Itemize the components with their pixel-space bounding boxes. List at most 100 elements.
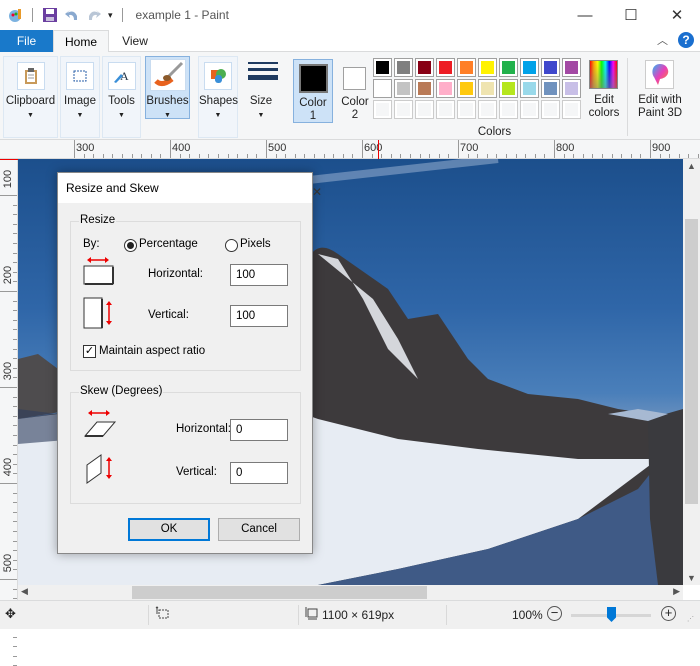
skew-vertical-input[interactable] <box>230 462 288 484</box>
dropdown-arrow-icon[interactable]: ▾ <box>108 10 113 21</box>
brushes-button[interactable]: Brushes ▼ <box>145 56 190 119</box>
scroll-up-icon[interactable]: ▲ <box>687 161 696 171</box>
ruler-label: 200 <box>2 265 14 285</box>
palette-empty-swatch[interactable] <box>499 100 518 119</box>
palette-color-swatch[interactable] <box>541 79 560 98</box>
save-icon[interactable] <box>42 7 58 23</box>
resize-legend: Resize <box>79 214 117 226</box>
scroll-down-icon[interactable]: ▼ <box>687 573 696 583</box>
palette-color-swatch[interactable] <box>415 58 434 77</box>
vertical-scroll-thumb[interactable] <box>685 219 698 504</box>
palette-color-swatch[interactable] <box>541 58 560 77</box>
palette-color-swatch[interactable] <box>478 58 497 77</box>
ruler-minor-tick <box>13 492 17 494</box>
scroll-left-icon[interactable]: ◀ <box>21 586 28 597</box>
size-button[interactable]: Size ▼ <box>242 56 280 138</box>
palette-color-swatch[interactable] <box>499 58 518 77</box>
maintain-aspect-ratio-label[interactable]: Maintain aspect ratio <box>99 345 205 357</box>
ruler-minor-tick <box>160 154 162 158</box>
color1-button[interactable]: Color 1 <box>293 59 333 123</box>
vertical-label: Vertical: <box>148 309 189 321</box>
ruler-minor-tick <box>323 154 325 158</box>
swatch-fill <box>397 103 410 116</box>
percentage-radio[interactable] <box>124 239 137 252</box>
palette-color-swatch[interactable] <box>457 79 476 98</box>
cancel-button[interactable]: Cancel <box>218 518 300 541</box>
pixels-radio[interactable] <box>225 239 238 252</box>
palette-empty-swatch[interactable] <box>520 100 539 119</box>
ruler-minor-tick <box>112 154 114 158</box>
horizontal-scrollbar[interactable]: ◀ ▶ <box>18 585 683 600</box>
palette-color-swatch[interactable] <box>394 58 413 77</box>
clipboard-button[interactable]: Clipboard ▼ <box>3 56 58 138</box>
skew-horizontal-input[interactable] <box>230 419 288 441</box>
ruler-minor-tick <box>93 154 95 158</box>
swatch-fill <box>397 82 410 95</box>
divider <box>298 605 299 625</box>
ruler-minor-tick <box>131 154 133 158</box>
tools-button[interactable]: A Tools ▼ <box>102 56 141 138</box>
paint-app-icon[interactable] <box>7 7 23 23</box>
ruler-minor-tick <box>13 252 17 254</box>
pixels-label[interactable]: Pixels <box>240 238 271 250</box>
palette-empty-swatch[interactable] <box>415 100 434 119</box>
colors-label: Colors <box>477 126 512 138</box>
palette-color-swatch[interactable] <box>520 79 539 98</box>
palette-color-swatch[interactable] <box>520 58 539 77</box>
swatch-fill <box>418 61 431 74</box>
palette-color-swatch[interactable] <box>436 79 455 98</box>
palette-empty-swatch[interactable] <box>394 100 413 119</box>
palette-color-swatch[interactable] <box>373 79 392 98</box>
select-icon <box>66 62 94 90</box>
horizontal-scroll-thumb[interactable] <box>132 586 427 599</box>
image-button[interactable]: Image ▼ <box>60 56 100 138</box>
redo-icon[interactable] <box>86 7 102 23</box>
vertical-scrollbar[interactable]: ▲ ▼ <box>683 159 700 585</box>
edit-with-paint3d-button[interactable]: Edit with Paint 3D <box>632 56 688 138</box>
palette-color-swatch[interactable] <box>478 79 497 98</box>
edit-colors-button[interactable]: Edit colors <box>585 56 623 138</box>
zoom-in-button[interactable]: + <box>661 606 676 621</box>
maximize-button[interactable]: ☐ <box>608 0 654 30</box>
palette-color-swatch[interactable] <box>415 79 434 98</box>
resize-horizontal-input[interactable] <box>230 264 288 286</box>
tools-icon: A <box>107 62 136 90</box>
minimize-button[interactable]: — <box>562 0 608 30</box>
zoom-out-button[interactable]: − <box>547 606 562 621</box>
ruler-minor-tick <box>544 154 546 158</box>
palette-color-swatch[interactable] <box>394 79 413 98</box>
palette-color-swatch[interactable] <box>562 79 581 98</box>
maintain-aspect-ratio-checkbox[interactable]: ✓ <box>83 345 96 358</box>
tab-view[interactable]: View <box>110 30 160 52</box>
palette-color-swatch[interactable] <box>457 58 476 77</box>
shapes-button[interactable]: Shapes ▼ <box>198 56 238 138</box>
scroll-right-icon[interactable]: ▶ <box>673 586 680 597</box>
palette-color-swatch[interactable] <box>436 58 455 77</box>
palette-color-swatch[interactable] <box>373 58 392 77</box>
tab-home[interactable]: Home <box>53 30 109 53</box>
ruler-minor-tick <box>582 154 584 158</box>
resize-vertical-input[interactable] <box>230 305 288 327</box>
palette-empty-swatch[interactable] <box>457 100 476 119</box>
palette-color-swatch[interactable] <box>499 79 518 98</box>
close-button[interactable]: ✕ <box>654 0 700 30</box>
zoom-slider[interactable] <box>571 607 651 622</box>
ok-button[interactable]: OK <box>128 518 210 541</box>
palette-empty-swatch[interactable] <box>562 100 581 119</box>
help-icon[interactable]: ? <box>678 32 694 48</box>
color2-button[interactable]: Color 2 <box>335 59 375 123</box>
palette-color-swatch[interactable] <box>562 58 581 77</box>
chevron-down-icon: ▼ <box>76 112 84 119</box>
undo-icon[interactable] <box>64 7 80 23</box>
ruler-minor-tick <box>525 154 527 158</box>
zoom-slider-thumb[interactable] <box>607 607 616 622</box>
palette-empty-swatch[interactable] <box>436 100 455 119</box>
palette-empty-swatch[interactable] <box>373 100 392 119</box>
resize-grip-icon[interactable]: ⋰ <box>687 615 694 623</box>
chevron-up-icon[interactable]: ︿ <box>657 32 668 48</box>
palette-empty-swatch[interactable] <box>478 100 497 119</box>
percentage-label[interactable]: Percentage <box>139 238 198 250</box>
swatch-fill <box>439 61 452 74</box>
tab-file[interactable]: File <box>0 30 53 52</box>
palette-empty-swatch[interactable] <box>541 100 560 119</box>
